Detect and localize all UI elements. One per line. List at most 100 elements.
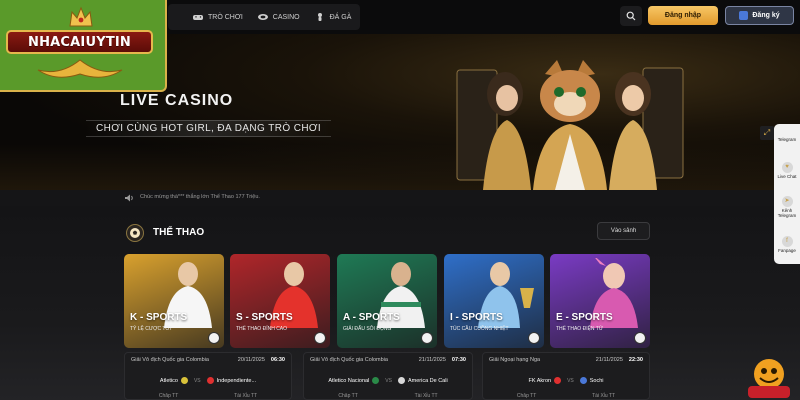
odds-handicap[interactable]: Châp TT bbox=[338, 393, 357, 399]
odds-handicap[interactable]: Châp TT bbox=[517, 393, 536, 399]
card-subtitle: TÚC CẦU CUỒNG NHIỆT bbox=[450, 326, 509, 332]
announcement-text: Chúc mừng thà*** thắng lớn Thể Thao 177 … bbox=[140, 194, 260, 200]
away-team-name: Sochi bbox=[589, 377, 604, 384]
home-team: Atletico Nacional bbox=[328, 377, 380, 384]
logo-text: NHACAIUYTIN bbox=[27, 34, 131, 50]
hero-title: LIVE CASINO bbox=[120, 92, 234, 109]
sports-cards: K - SPORTS TỶ LỆ CƯỢC TỐT S - SPORTS THỂ… bbox=[124, 254, 650, 348]
match-time: 06:30 bbox=[270, 357, 285, 363]
odds-over-under[interactable]: Tài Xỉu TT bbox=[234, 393, 257, 399]
team-crest-icon bbox=[397, 377, 405, 384]
sidebar-item-live-chat[interactable]: ♥ Live Chat bbox=[774, 162, 800, 180]
home-team-name: Atletico bbox=[159, 377, 178, 384]
sports-card-e[interactable]: E - SPORTS THỂ THAO ĐIỆN TỬ bbox=[550, 254, 650, 348]
contact-sidebar: Telegram ♥ Live Chat ➤ Kênh Telegram f F… bbox=[774, 124, 800, 264]
odds-over-under[interactable]: Tài Xỉu TT bbox=[592, 393, 615, 399]
vs-label: VS bbox=[567, 377, 574, 384]
soccer-ball-icon bbox=[126, 224, 144, 242]
match-teams: FK Akron VS Sochi bbox=[487, 377, 645, 384]
vs-label: VS bbox=[193, 377, 201, 384]
sports-card-s[interactable]: S - SPORTS THỂ THAO ĐỈNH CAO bbox=[230, 254, 330, 348]
login-button[interactable]: Đăng nhập bbox=[648, 6, 718, 25]
casino-chip-icon bbox=[257, 14, 268, 20]
home-team: FK Akron bbox=[528, 377, 562, 384]
sidebar-item-label: Kênh Telegram bbox=[777, 208, 797, 218]
away-team-name: America De Cali bbox=[407, 377, 448, 384]
away-team: Independiente... bbox=[206, 377, 257, 384]
match-date: 20/11/2025 bbox=[237, 357, 265, 363]
card-title: K - SPORTS bbox=[130, 312, 188, 323]
sports-card-i[interactable]: I - SPORTS TÚC CẦU CUỒNG NHIỆT bbox=[444, 254, 544, 348]
crown-icon bbox=[69, 6, 93, 27]
card-subtitle: THỂ THAO ĐIỆN TỬ bbox=[556, 326, 604, 332]
team-crest-icon bbox=[579, 377, 587, 384]
main-nav: TRÒ CHƠI CASINO ĐÁ GÀ bbox=[168, 4, 360, 30]
away-team-name: Independiente... bbox=[216, 377, 257, 384]
sidebar-item-label: Live Chat bbox=[777, 174, 797, 179]
away-team: Sochi bbox=[579, 377, 604, 384]
odds-handicap[interactable]: Châp TT bbox=[159, 393, 178, 399]
provider-badge-icon bbox=[528, 332, 540, 344]
team-crest-icon bbox=[206, 377, 214, 384]
nav-item-games[interactable]: TRÒ CHƠI bbox=[192, 12, 243, 22]
nav-item-label: ĐÁ GÀ bbox=[329, 13, 352, 21]
hero-subtitle: CHƠI CÙNG HOT GIRL, ĐA DẠNG TRÒ CHƠI bbox=[86, 120, 332, 137]
sports-card-a[interactable]: A - SPORTS GIẢI ĐẤU SÔI ĐỘNG bbox=[337, 254, 437, 348]
nav-item-label: TRÒ CHƠI bbox=[208, 13, 243, 21]
facebook-icon: f bbox=[781, 236, 793, 247]
match-league: Giải Vô địch Quốc gia Colombia bbox=[131, 357, 209, 363]
speaker-icon bbox=[125, 194, 133, 202]
brand-logo[interactable]: NHACAIUYTIN bbox=[0, 0, 167, 92]
provider-badge-icon bbox=[634, 332, 646, 344]
promo-mascot-icon[interactable] bbox=[742, 356, 796, 400]
card-title: A - SPORTS bbox=[343, 312, 400, 323]
nav-item-casino[interactable]: CASINO bbox=[257, 12, 300, 22]
register-label: Đăng ký bbox=[752, 12, 780, 19]
laurel-icon bbox=[37, 59, 123, 78]
enter-lobby-button[interactable]: Vào sảnh bbox=[597, 222, 650, 240]
search-button[interactable] bbox=[620, 6, 642, 26]
match-header: Giải Vô địch Quốc gia Colombia 20/11/202… bbox=[131, 357, 285, 363]
sidebar-item-telegram[interactable]: Telegram bbox=[774, 137, 800, 143]
match-header: Giải Ngoại hạng Nga 21/11/2025 22:30 bbox=[489, 357, 643, 363]
card-title: I - SPORTS bbox=[450, 312, 503, 323]
card-title: S - SPORTS bbox=[236, 312, 293, 323]
page: LIVE CASINO CHƠI CÙNG HOT GIRL, ĐA DẠNG … bbox=[0, 0, 800, 400]
match-odds: Châp TT Tài Xỉu TT bbox=[489, 393, 643, 399]
sidebar-item-label: Telegram bbox=[777, 137, 797, 142]
team-crest-icon bbox=[180, 377, 188, 384]
nav-item-cockfight[interactable]: ĐÁ GÀ bbox=[314, 12, 352, 22]
card-subtitle: GIẢI ĐẤU SÔI ĐỘNG bbox=[343, 326, 392, 332]
match-teams: Atletico VS Independiente... bbox=[129, 377, 287, 384]
match-card[interactable]: Giải Ngoại hạng Nga 21/11/2025 22:30 FK A… bbox=[482, 352, 650, 400]
match-league: Giải Vô địch Quốc gia Colombia bbox=[310, 357, 388, 363]
sidebar-item-telegram-channel[interactable]: ➤ Kênh Telegram bbox=[774, 196, 800, 219]
section-title: THỂ THAO bbox=[153, 227, 205, 238]
match-odds: Châp TT Tài Xỉu TT bbox=[131, 393, 285, 399]
rooster-icon bbox=[317, 13, 322, 21]
sports-section: THỂ THAO Vào sảnh K - SPORTS TỶ LỆ CƯỢC … bbox=[0, 206, 800, 400]
match-time: 07:30 bbox=[451, 357, 466, 363]
odds-over-under[interactable]: Tài Xỉu TT bbox=[415, 393, 438, 399]
team-crest-icon bbox=[554, 377, 562, 384]
home-team: Atletico bbox=[160, 377, 188, 384]
provider-badge-icon bbox=[421, 332, 433, 344]
match-card[interactable]: Giải Vô địch Quốc gia Colombia 21/11/202… bbox=[303, 352, 473, 400]
match-teams: Atletico Nacional VS America De Cali bbox=[308, 377, 468, 384]
match-list: Giải Vô địch Quốc gia Colombia 20/11/202… bbox=[124, 352, 650, 400]
register-button[interactable]: Đăng ký bbox=[725, 6, 794, 25]
match-date: 21/11/2025 bbox=[595, 357, 623, 363]
team-crest-icon bbox=[372, 377, 380, 384]
card-subtitle: TỶ LỆ CƯỢC TỐT bbox=[130, 326, 173, 332]
match-card[interactable]: Giải Vô địch Quốc gia Colombia 20/11/202… bbox=[124, 352, 292, 400]
expand-icon[interactable]: ⤢ bbox=[760, 126, 774, 140]
heart-chat-icon: ♥ bbox=[781, 162, 793, 173]
nav-item-label: CASINO bbox=[272, 13, 300, 21]
match-odds: Châp TT Tài Xỉu TT bbox=[310, 393, 466, 399]
provider-badge-icon bbox=[208, 332, 220, 344]
sidebar-item-label: Fanpage bbox=[778, 248, 796, 253]
sidebar-item-fanpage[interactable]: f Fanpage bbox=[774, 236, 800, 254]
sports-card-k[interactable]: K - SPORTS TỶ LỆ CƯỢC TỐT bbox=[124, 254, 224, 348]
provider-badge-icon bbox=[314, 332, 326, 344]
match-header: Giải Vô địch Quốc gia Colombia 21/11/202… bbox=[310, 357, 466, 363]
